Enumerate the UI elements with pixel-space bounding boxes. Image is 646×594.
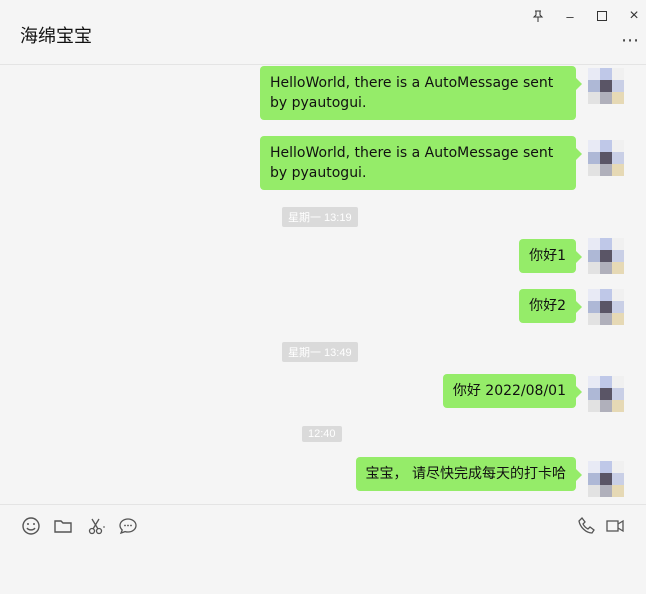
message-input[interactable]	[0, 545, 646, 594]
pin-icon[interactable]	[528, 6, 548, 26]
avatar[interactable]	[588, 238, 624, 274]
timestamp: 星期一 13:49	[282, 342, 358, 362]
scissors-icon[interactable]	[85, 515, 107, 537]
emoji-icon[interactable]	[20, 515, 42, 537]
timestamp: 12:40	[302, 426, 342, 442]
message-bubble[interactable]: 你好2	[519, 289, 582, 323]
message-bubble[interactable]: HelloWorld, there is a AutoMessage sent …	[260, 136, 582, 190]
chat-bubble-icon[interactable]	[117, 515, 139, 537]
folder-icon[interactable]	[52, 515, 74, 537]
avatar[interactable]	[588, 140, 624, 176]
avatar[interactable]	[588, 376, 624, 412]
message-bubble[interactable]: HelloWorld, there is a AutoMessage sent …	[260, 66, 582, 120]
avatar[interactable]	[588, 289, 624, 325]
avatar[interactable]	[588, 68, 624, 104]
avatar[interactable]	[588, 461, 624, 497]
phone-icon[interactable]	[576, 515, 598, 537]
minimize-button[interactable]: –	[560, 6, 580, 26]
chat-title: 海绵宝宝	[20, 26, 92, 47]
message-bubble[interactable]: 宝宝， 请尽快完成每天的打卡哈	[355, 457, 583, 491]
message-list[interactable]: HelloWorld, there is a AutoMessage sent …	[0, 65, 646, 503]
more-options-button[interactable]: ⋯	[621, 30, 640, 51]
maximize-button[interactable]	[592, 6, 612, 26]
input-toolbar	[0, 504, 646, 545]
close-button[interactable]: ×	[624, 6, 644, 26]
message-bubble[interactable]: 你好 2022/08/01	[442, 374, 583, 408]
message-bubble[interactable]: 你好1	[519, 239, 582, 273]
video-icon[interactable]	[604, 515, 626, 537]
chat-header: 海绵宝宝 – × ⋯	[0, 0, 646, 65]
timestamp: 星期一 13:19	[282, 207, 358, 227]
